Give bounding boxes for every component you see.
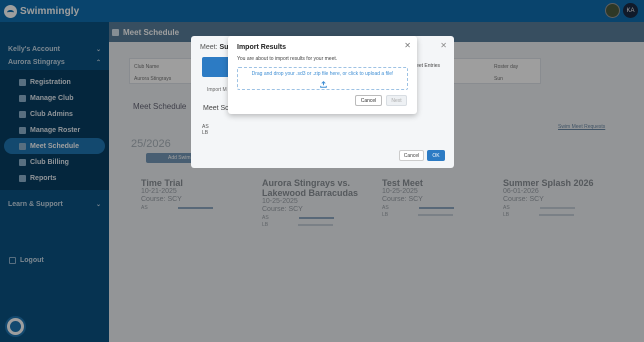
next-button[interactable]: Next [386,95,407,106]
dialog-title: Import Results [237,44,287,51]
dropzone-text: Drag and drop your .sd3 or .zip file her… [251,71,394,77]
import-results-dialog: Import Results ✕ You are about to import… [228,36,417,114]
cancel-button[interactable]: Cancel [399,150,424,161]
team-code: LB [202,130,209,136]
cancel-button[interactable]: Cancel [355,95,382,106]
file-dropzone[interactable]: Drag and drop your .sd3 or .zip file her… [237,67,408,90]
import-meet-label[interactable]: Import M [207,87,227,93]
close-icon[interactable]: ✕ [404,41,411,50]
ok-button[interactable]: OK [427,150,445,161]
team-list: AS LB [202,124,209,136]
meet-action-button[interactable] [202,57,230,77]
close-icon[interactable]: ✕ [440,41,447,50]
upload-icon [320,81,327,88]
title-prefix: Meet: [200,44,218,51]
dialog-description: You are about to import results for your… [237,56,338,62]
